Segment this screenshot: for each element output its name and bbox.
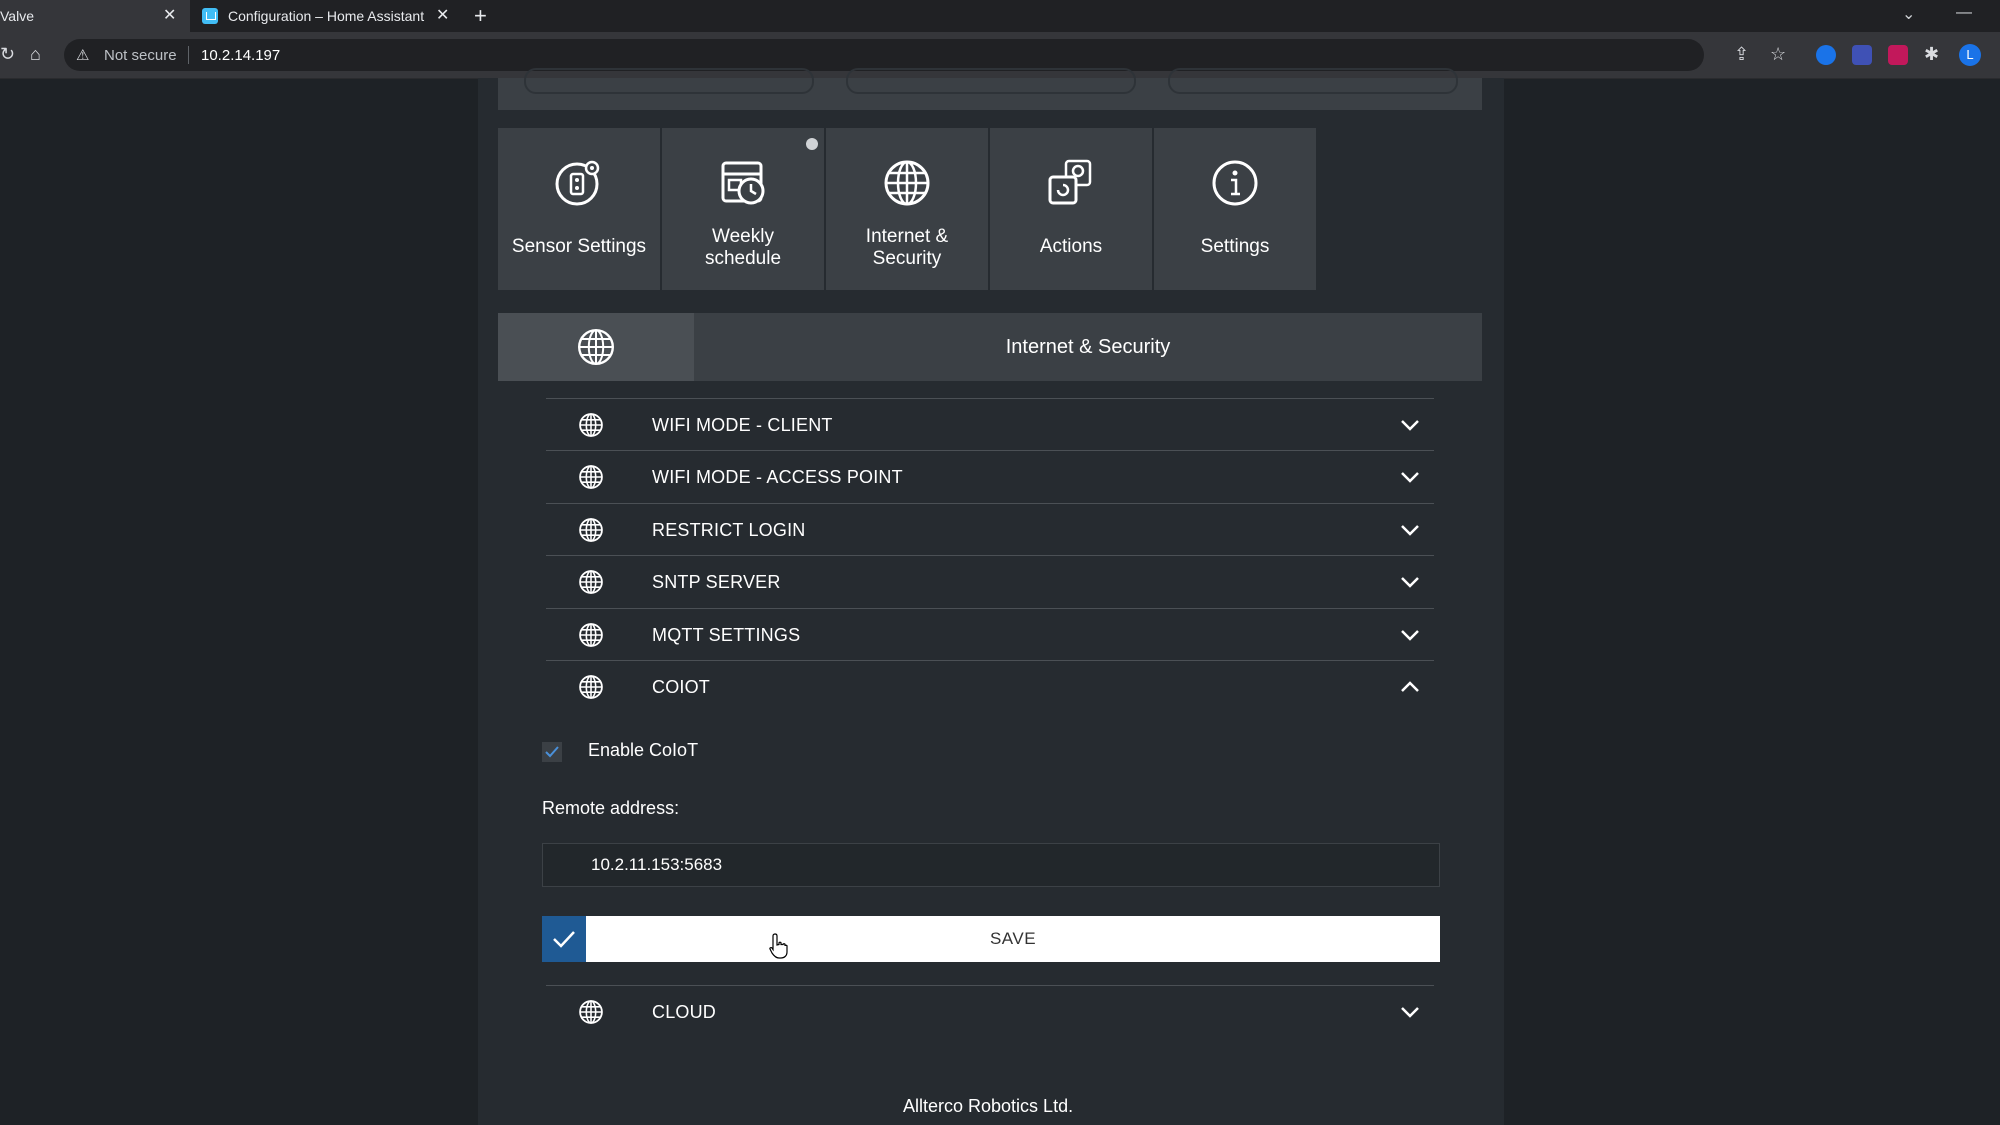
tile-label: Weekly schedule <box>704 226 782 269</box>
enable-coiot-checkbox[interactable] <box>542 742 562 762</box>
section-header: Internet & Security <box>498 313 1482 381</box>
remote-address-value: 10.2.11.153:5683 <box>591 855 723 874</box>
accordion-label: WIFI MODE - ACCESS POINT <box>652 467 903 487</box>
accordion-label: WIFI MODE - CLIENT <box>652 415 833 435</box>
url-text[interactable]: 10.2.14.197 <box>201 47 280 64</box>
globe-icon <box>579 465 603 489</box>
share-icon[interactable]: ⇪ <box>1734 44 1749 64</box>
close-tab-icon[interactable]: ✕ <box>436 8 449 24</box>
warning-icon: ⚠ <box>76 47 90 64</box>
tile-actions[interactable]: Actions <box>990 128 1152 290</box>
tile-internet-security[interactable]: Internet & Security <box>826 128 988 290</box>
sensor-settings-icon <box>555 160 600 206</box>
actions-icon <box>1048 159 1092 205</box>
remote-address-input[interactable]: 10.2.11.153:5683 <box>542 843 1440 887</box>
tile-label: Internet & Security <box>865 226 949 269</box>
tab-title: Valve <box>0 8 34 24</box>
footer-company-name: Allterco Robotics Ltd. <box>903 1096 1074 1116</box>
save-row: SAVE <box>542 916 1440 962</box>
info-icon <box>1212 160 1258 206</box>
browser-tab-home-assistant[interactable]: Configuration – Home Assistant ✕ <box>194 0 456 32</box>
chevron-down-icon[interactable] <box>1398 1000 1422 1024</box>
strip-button[interactable] <box>846 68 1136 94</box>
accordion-sntp-server[interactable]: SNTP SERVER <box>546 555 1434 608</box>
accordion-cloud[interactable]: CLOUD <box>546 985 1434 1038</box>
accordion-label: COIOT <box>652 677 710 697</box>
tile-label: Settings <box>1200 236 1270 257</box>
address-bar[interactable]: ⚠ Not secure 10.2.14.197 <box>64 39 1704 71</box>
chevron-down-icon[interactable] <box>1398 413 1422 437</box>
chevron-down-icon[interactable] <box>1398 623 1422 647</box>
accordion-restrict-login[interactable]: RESTRICT LOGIN <box>546 503 1434 556</box>
accordion-label: RESTRICT LOGIN <box>652 520 806 540</box>
tile-sensor-settings[interactable]: Sensor Settings <box>498 128 660 290</box>
minimize-window-icon[interactable]: — <box>1956 4 1972 22</box>
globe-icon <box>579 675 603 699</box>
extension-icon[interactable] <box>1816 45 1836 65</box>
globe-icon <box>579 570 603 594</box>
chevron-down-icon[interactable] <box>1398 465 1422 489</box>
browser-tab-valve[interactable]: Valve ✕ <box>0 0 190 32</box>
strip-button[interactable] <box>1168 68 1458 94</box>
tile-settings[interactable]: Settings <box>1154 128 1316 290</box>
chevron-up-icon[interactable] <box>1398 675 1422 699</box>
profile-avatar[interactable]: L <box>1959 44 1981 66</box>
url-divider <box>188 46 189 64</box>
globe-icon <box>579 413 603 437</box>
accordion-label: CLOUD <box>652 1002 717 1022</box>
browser-tab-bar: Valve ✕ Configuration – Home Assistant ✕… <box>0 0 2000 32</box>
hand-cursor-icon <box>769 933 788 959</box>
chevron-down-icon[interactable] <box>1398 570 1422 594</box>
globe-icon <box>579 518 603 542</box>
globe-icon <box>884 160 930 206</box>
extension-flag-icon[interactable] <box>1888 45 1908 65</box>
section-title: Internet & Security <box>1005 336 1171 358</box>
close-tab-icon[interactable]: ✕ <box>163 8 176 24</box>
extensions-puzzle-icon[interactable]: ✱ <box>1924 44 1939 64</box>
accordion-wifi-client[interactable]: WIFI MODE - CLIENT <box>546 398 1434 451</box>
weekly-schedule-icon <box>721 161 765 205</box>
top-button-strip <box>498 68 1482 110</box>
globe-icon <box>579 1000 603 1024</box>
home-assistant-favicon-icon <box>202 8 218 24</box>
check-icon <box>545 746 559 758</box>
security-label[interactable]: Not secure <box>104 47 177 64</box>
bitwarden-shield-icon[interactable] <box>1852 45 1872 65</box>
check-icon <box>553 931 575 948</box>
enable-coiot-label: Enable CoIoT <box>588 740 699 760</box>
new-tab-icon[interactable]: + <box>474 4 487 28</box>
home-icon[interactable]: ⌂ <box>30 44 41 64</box>
save-check-box[interactable] <box>542 916 586 962</box>
tab-title: Configuration – Home Assistant <box>228 8 425 24</box>
save-button[interactable]: SAVE <box>586 916 1440 962</box>
globe-icon <box>579 623 603 647</box>
tile-label: Actions <box>1039 236 1103 257</box>
remote-address-label: Remote address: <box>542 798 680 818</box>
tab-search-chevron-icon[interactable]: ⌄ <box>1902 4 1915 24</box>
notification-dot <box>806 138 818 150</box>
reload-icon[interactable]: ↻ <box>0 44 15 64</box>
accordion-label: SNTP SERVER <box>652 572 781 592</box>
accordion-wifi-access-point[interactable]: WIFI MODE - ACCESS POINT <box>546 450 1434 503</box>
bookmark-star-icon[interactable]: ☆ <box>1770 44 1786 64</box>
globe-icon <box>578 329 614 365</box>
tile-label: Sensor Settings <box>511 236 647 257</box>
chevron-down-icon[interactable] <box>1398 518 1422 542</box>
accordion-coiot[interactable]: COIOT <box>546 660 1434 713</box>
accordion-mqtt-settings[interactable]: MQTT SETTINGS <box>546 608 1434 661</box>
tile-weekly-schedule[interactable]: Weekly schedule <box>662 128 824 290</box>
strip-button[interactable] <box>524 68 814 94</box>
accordion-label: MQTT SETTINGS <box>652 625 801 645</box>
section-icon-box <box>498 313 694 381</box>
